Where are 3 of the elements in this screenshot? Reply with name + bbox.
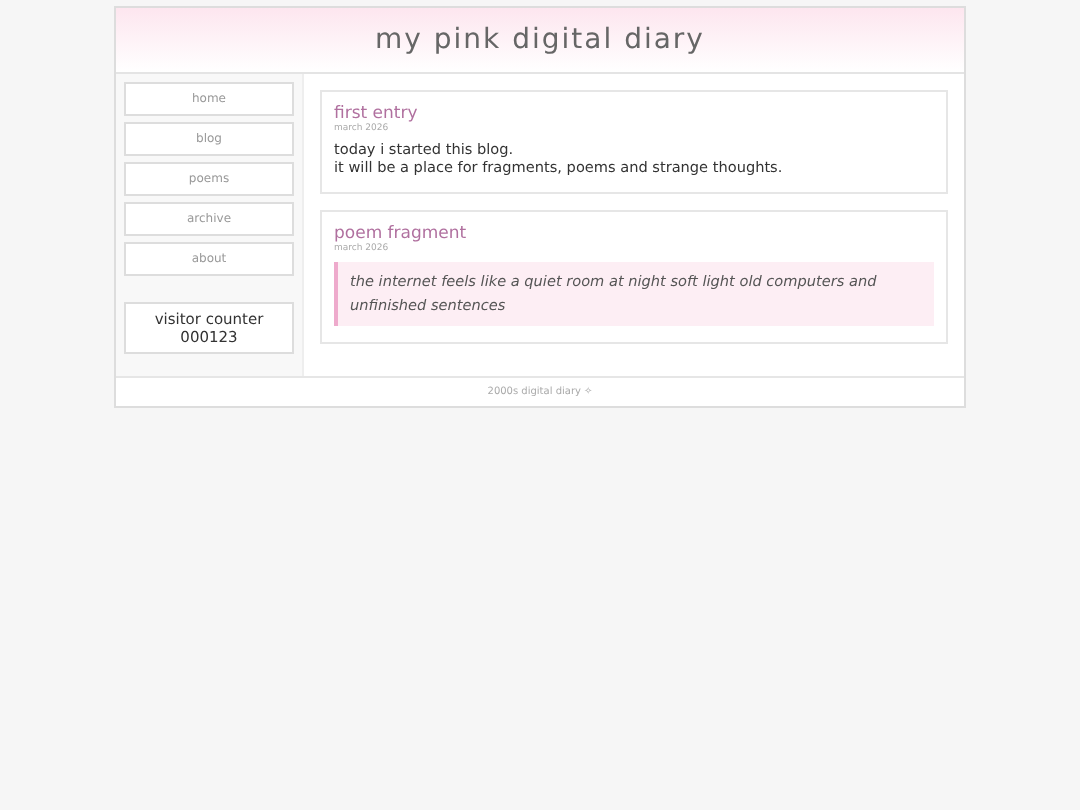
post-title: poem fragment [334, 224, 469, 245]
site-title: my pink digital diary [375, 24, 705, 56]
post-title: first entry [334, 104, 420, 124]
